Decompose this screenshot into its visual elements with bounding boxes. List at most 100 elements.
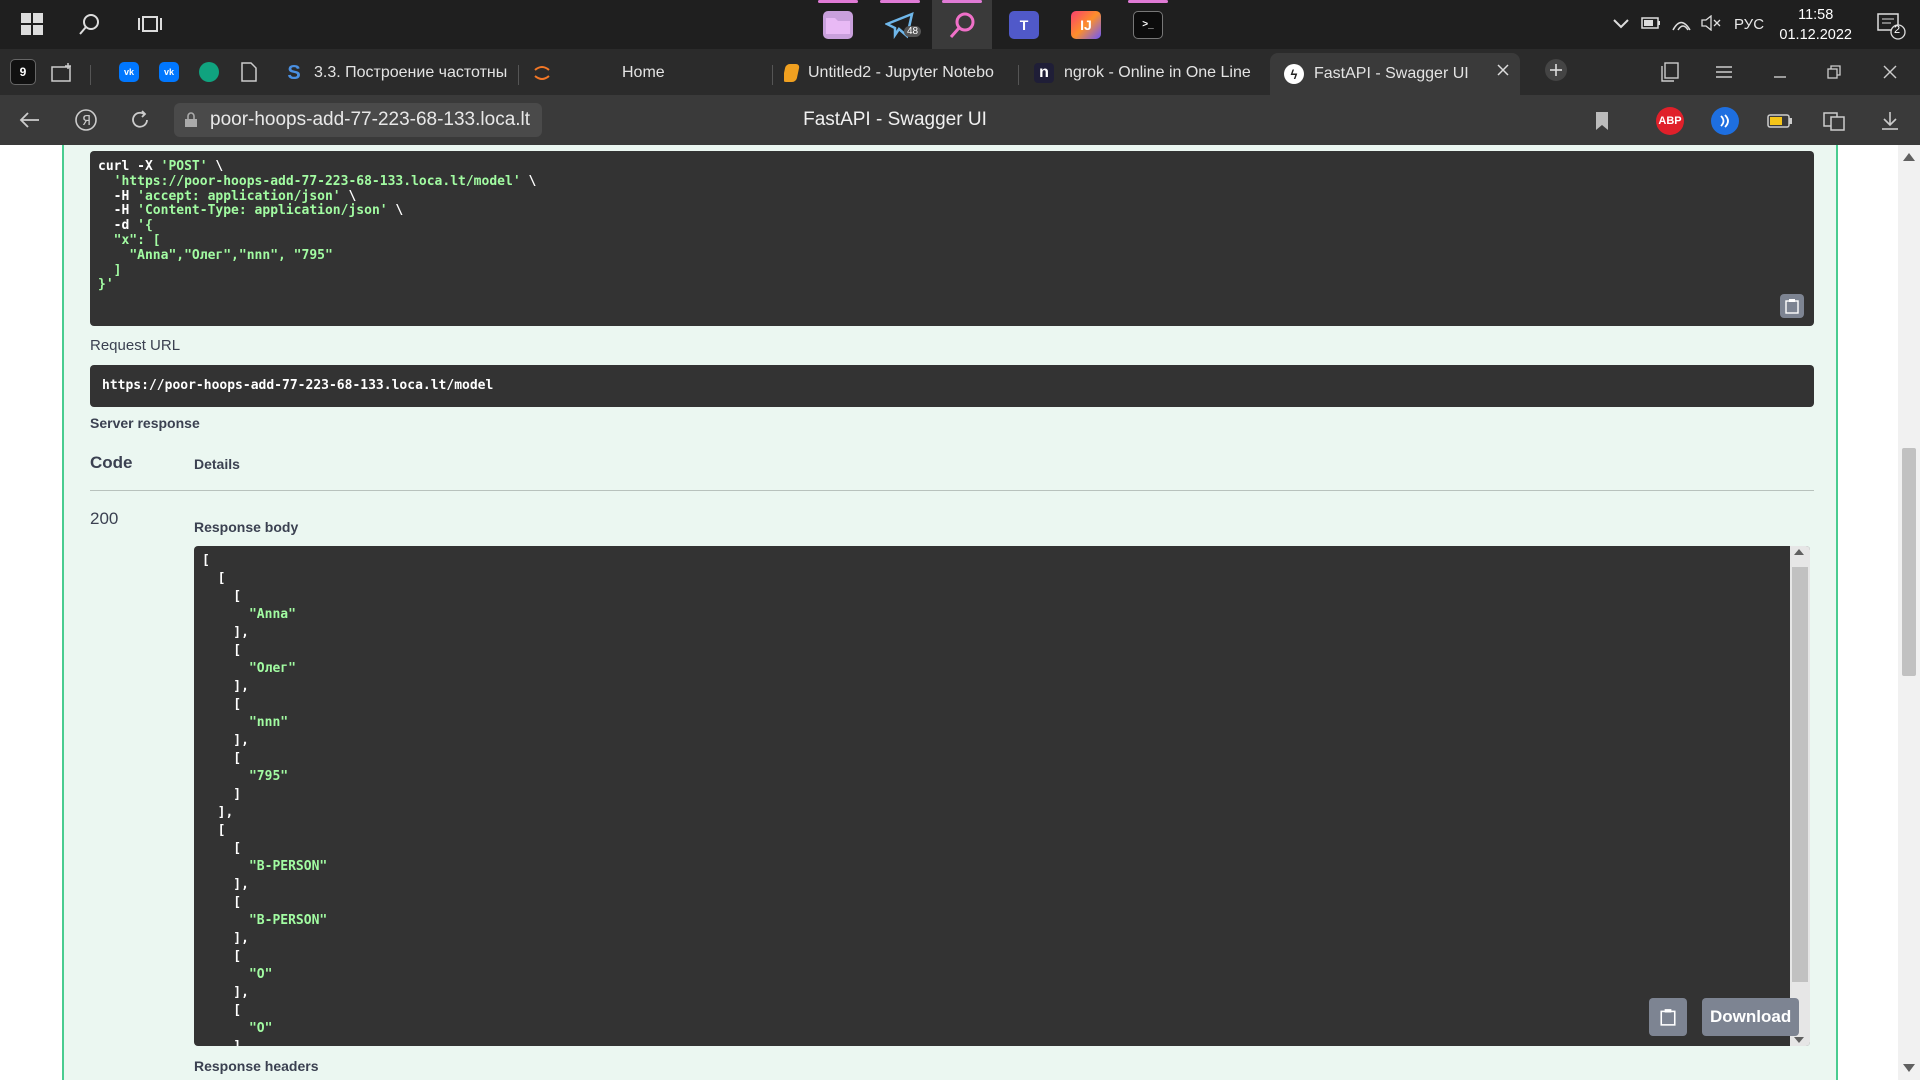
chevron-up-icon[interactable] bbox=[1606, 16, 1636, 33]
collections-icon[interactable] bbox=[1648, 57, 1692, 87]
tab-chatgpt[interactable] bbox=[196, 59, 222, 85]
active-indicator bbox=[1128, 0, 1168, 3]
battery-icon[interactable] bbox=[1636, 16, 1666, 33]
response-scrollbar[interactable] bbox=[1790, 546, 1810, 1046]
tab-workspaces[interactable]: 9 bbox=[10, 59, 36, 85]
tab-stepik[interactable]: S 3.3. Построение частотны bbox=[284, 55, 512, 91]
taskbar-intellij[interactable]: IJ bbox=[1056, 0, 1116, 49]
page-scroll-up-arrow[interactable] bbox=[1903, 153, 1915, 161]
document-icon bbox=[241, 62, 257, 82]
close-tab-icon[interactable] bbox=[1496, 63, 1510, 82]
system-tray: РУС bbox=[1606, 0, 1764, 49]
taskbar-search-app[interactable] bbox=[932, 0, 992, 49]
response-line: [ bbox=[202, 823, 226, 838]
clipboard-icon bbox=[1785, 299, 1799, 314]
copy-curl-button[interactable] bbox=[1780, 294, 1804, 318]
task-view-icon[interactable] bbox=[132, 6, 168, 42]
response-line: ], bbox=[202, 625, 249, 640]
clock[interactable]: 11:58 01.12.2022 bbox=[1779, 5, 1852, 45]
response-headers-label: Response headers bbox=[194, 1058, 319, 1074]
response-line: [ bbox=[202, 751, 242, 766]
tab-vk-1[interactable]: vk bbox=[116, 59, 142, 85]
minimize-icon[interactable] bbox=[1758, 57, 1802, 87]
browser-tab-bar: 9 vk vk S 3.3. Построение частотны Home … bbox=[0, 49, 1920, 95]
search-icon[interactable] bbox=[72, 6, 108, 42]
request-url-block[interactable]: https://poor-hoops-add-77-223-68-133.loc… bbox=[90, 365, 1814, 407]
download-icon[interactable] bbox=[1876, 107, 1904, 135]
windows-start-icon[interactable] bbox=[14, 6, 50, 42]
vk-icon: vk bbox=[159, 62, 179, 82]
response-line: [ bbox=[202, 949, 242, 964]
col-code-header: Code bbox=[90, 453, 133, 472]
tab-ngrok[interactable]: n ngrok - Online in One Line bbox=[1034, 55, 1262, 91]
response-line: ], bbox=[202, 805, 234, 820]
speaker-muted-icon[interactable] bbox=[1696, 14, 1726, 35]
response-line: ], bbox=[202, 877, 249, 892]
response-line: "B-PERSON" bbox=[248, 859, 328, 874]
battery-saver-icon[interactable] bbox=[1766, 107, 1794, 135]
response-line: ], bbox=[202, 985, 249, 1000]
language-indicator[interactable]: РУС bbox=[1734, 16, 1764, 33]
jupyter-icon bbox=[532, 63, 552, 83]
taskbar-terminal[interactable]: >_ bbox=[1118, 0, 1178, 49]
notification-count: 2 bbox=[1894, 24, 1901, 36]
taskbar-teams[interactable]: T bbox=[994, 0, 1054, 49]
tab-fastapi-swagger[interactable]: ϟ FastAPI - Swagger UI bbox=[1270, 53, 1520, 95]
tab-separator bbox=[1018, 65, 1019, 85]
curl-code-block[interactable]: curl -X 'POST' \ 'https://poor-hoops-add… bbox=[90, 151, 1814, 326]
menu-icon[interactable] bbox=[1702, 57, 1746, 87]
response-line: ] bbox=[202, 787, 242, 802]
stepik-icon: S bbox=[287, 61, 301, 84]
response-line: ], bbox=[202, 679, 249, 694]
notification-center-icon[interactable]: 2 bbox=[1876, 10, 1906, 40]
scroll-up-arrow[interactable] bbox=[1794, 549, 1804, 555]
response-line: "nnn" bbox=[248, 715, 289, 730]
teams-icon: T bbox=[1009, 10, 1039, 39]
taskbar-telegram[interactable]: 48 bbox=[870, 0, 930, 49]
tab-separator bbox=[90, 65, 91, 85]
response-body-block[interactable]: [ [ [ "Anna" ], [ "Олег" ], [ "nnn" ], [… bbox=[194, 546, 1810, 1046]
bookmark-icon[interactable] bbox=[1588, 107, 1616, 135]
download-button[interactable]: Download bbox=[1702, 998, 1800, 1036]
curl-line: "Anna","Олег","nnn", "795" bbox=[129, 247, 333, 263]
response-line: [ bbox=[202, 697, 242, 712]
folder-icon bbox=[823, 10, 853, 39]
new-tab-plus-icon[interactable] bbox=[1534, 55, 1578, 85]
alice-icon[interactable] bbox=[1711, 107, 1739, 135]
tab-jupyter-notebook[interactable]: Untitled2 - Jupyter Notebo bbox=[784, 55, 1006, 91]
swagger-page: curl -X 'POST' \ 'https://poor-hoops-add… bbox=[0, 145, 1920, 1080]
response-scroll-thumb[interactable] bbox=[1792, 567, 1808, 982]
response-line: "795" bbox=[248, 769, 289, 784]
close-window-icon[interactable] bbox=[1868, 57, 1912, 87]
wifi-icon[interactable] bbox=[1666, 15, 1696, 35]
response-line: ], bbox=[202, 733, 249, 748]
tab-jupyter-home[interactable]: Home bbox=[532, 55, 768, 91]
new-tab-group-icon[interactable] bbox=[50, 59, 76, 85]
response-line: "O" bbox=[248, 1021, 273, 1036]
response-line: [ bbox=[202, 589, 242, 604]
page-scrollbar[interactable] bbox=[1898, 145, 1920, 1080]
tab-label: Untitled2 - Jupyter Notebo bbox=[808, 64, 994, 81]
magnifier-app-icon bbox=[947, 11, 977, 39]
workspace-count: 9 bbox=[19, 65, 27, 79]
tab-separator bbox=[518, 65, 519, 85]
restore-icon[interactable] bbox=[1812, 57, 1856, 87]
active-indicator bbox=[942, 0, 982, 3]
page-scroll-down-arrow[interactable] bbox=[1903, 1064, 1915, 1072]
page-scroll-thumb[interactable] bbox=[1902, 448, 1916, 676]
tab-label: ngrok - Online in One Line bbox=[1064, 64, 1251, 81]
translate-icon[interactable] bbox=[1820, 107, 1848, 135]
tab-separator bbox=[772, 65, 773, 85]
active-indicator bbox=[880, 0, 920, 3]
request-url-label: Request URL bbox=[90, 337, 181, 354]
adblock-icon[interactable]: ABP bbox=[1656, 107, 1684, 135]
response-line: [ bbox=[202, 895, 242, 910]
tab-document[interactable] bbox=[236, 59, 262, 85]
scroll-down-arrow[interactable] bbox=[1794, 1037, 1804, 1043]
taskbar-file-explorer[interactable] bbox=[808, 0, 868, 49]
notebook-icon bbox=[784, 64, 800, 82]
copy-response-button[interactable] bbox=[1649, 998, 1687, 1036]
request-url-value: https://poor-hoops-add-77-223-68-133.loc… bbox=[102, 378, 494, 393]
tab-vk-2[interactable]: vk bbox=[156, 59, 182, 85]
server-response-label: Server response bbox=[90, 415, 200, 431]
